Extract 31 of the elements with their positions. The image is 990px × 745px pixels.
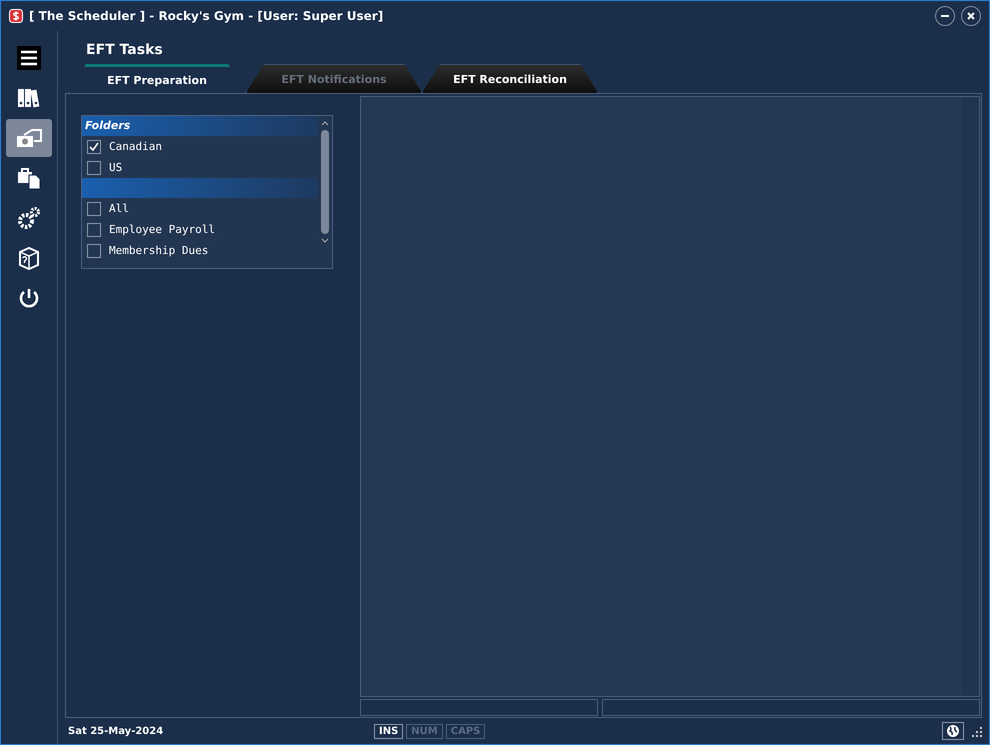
checkbox[interactable] [87,244,101,258]
input-field[interactable] [360,699,598,716]
key-indicator: INS [374,724,404,738]
key-indicator: NUM [406,724,443,738]
key-indicator: CAPS [446,724,486,738]
checkbox[interactable] [87,140,101,154]
input-field[interactable] [602,699,980,716]
window-title: [ The Scheduler ] - Rocky's Gym - [User: Super User] [29,9,384,23]
minimize-button[interactable] [935,6,955,26]
folder-label: All [109,202,129,215]
list-header: Folders [82,116,318,136]
tab[interactable]: EFT Preparation [68,64,246,93]
folder-label: Employee Payroll [109,223,215,236]
folder-label: US [109,161,122,174]
folder-label: Membership Dues [109,244,208,257]
close-icon [966,11,976,21]
date-text: Sat 25-May-2024 [67,726,164,736]
close-button[interactable] [961,6,981,26]
checkbox[interactable] [87,222,101,236]
folder-list[interactable]: Folders Canadian US All Employee Payroll Membership Dues [81,115,333,269]
checkbox[interactable] [87,160,101,174]
scrollbar[interactable] [318,116,332,268]
scrollbar[interactable] [962,97,979,696]
globe-icon[interactable] [942,722,964,740]
checkbox[interactable] [87,202,101,216]
money-hand-icon[interactable] [6,119,52,157]
app-logo-icon [9,9,23,23]
resize-grip-icon[interactable] [970,725,982,737]
folder-label: Canadian [109,140,162,153]
page-title: EFT Tasks [86,42,164,60]
tab[interactable]: EFT Reconciliation [422,64,598,93]
